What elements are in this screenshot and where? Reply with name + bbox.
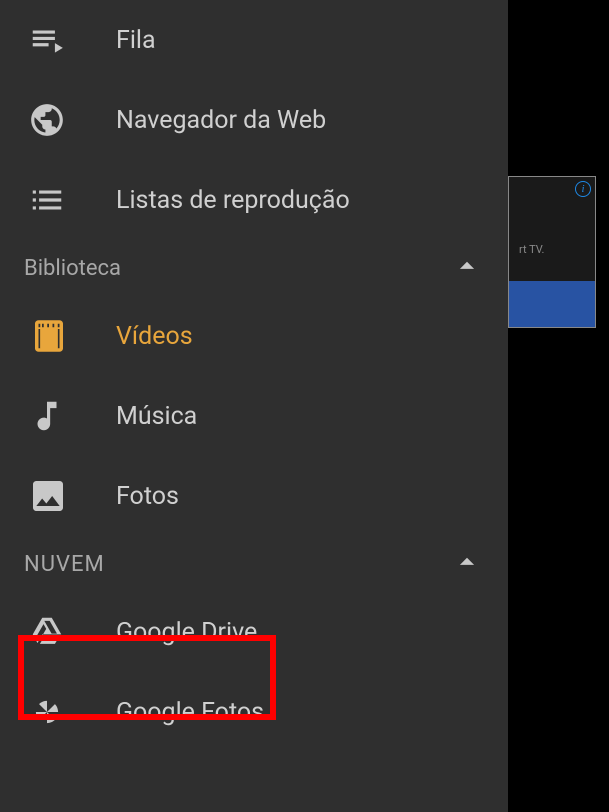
sidebar: Fila Navegador da Web Listas de reproduç…: [0, 0, 508, 812]
video-icon: [28, 315, 80, 357]
sidebar-item-web-browser[interactable]: Navegador da Web: [0, 80, 508, 160]
sidebar-item-queue[interactable]: Fila: [0, 0, 508, 80]
google-photos-icon: [28, 693, 80, 731]
sidebar-item-google-drive[interactable]: Google Drive: [0, 592, 508, 672]
photos-icon: [28, 476, 80, 516]
ad-text-fragment: rt TV.: [519, 243, 544, 256]
section-title: NUVEM: [24, 552, 105, 577]
sidebar-item-label: Google Drive: [116, 618, 257, 647]
sidebar-item-google-photos[interactable]: Google Fotos: [0, 672, 508, 752]
sidebar-item-label: Navegador da Web: [116, 106, 326, 135]
sidebar-item-label: Música: [116, 402, 197, 431]
ad-blue-box: [509, 281, 595, 327]
sidebar-item-label: Fotos: [116, 482, 179, 511]
sidebar-item-label: Google Fotos: [116, 698, 264, 727]
section-header-cloud[interactable]: NUVEM: [0, 536, 508, 592]
drive-icon: [28, 613, 80, 651]
sidebar-item-photos[interactable]: Fotos: [0, 456, 508, 536]
playlist-icon: [28, 181, 80, 219]
sidebar-item-label: Vídeos: [116, 322, 193, 351]
sidebar-item-playlists[interactable]: Listas de reprodução: [0, 160, 508, 240]
section-header-library[interactable]: Biblioteca: [0, 240, 508, 296]
sidebar-item-label: Listas de reprodução: [116, 186, 350, 215]
music-icon: [28, 397, 80, 435]
sidebar-item-music[interactable]: Música: [0, 376, 508, 456]
info-icon: i: [575, 181, 591, 197]
sidebar-item-videos[interactable]: Vídeos: [0, 296, 508, 376]
queue-icon: [28, 21, 80, 59]
background-ad-peek: i rt TV.: [508, 176, 596, 328]
chevron-up-icon: [450, 249, 484, 287]
section-title: Biblioteca: [24, 256, 121, 281]
globe-icon: [28, 101, 80, 139]
sidebar-item-label: Fila: [116, 26, 156, 55]
chevron-up-icon: [450, 545, 484, 583]
